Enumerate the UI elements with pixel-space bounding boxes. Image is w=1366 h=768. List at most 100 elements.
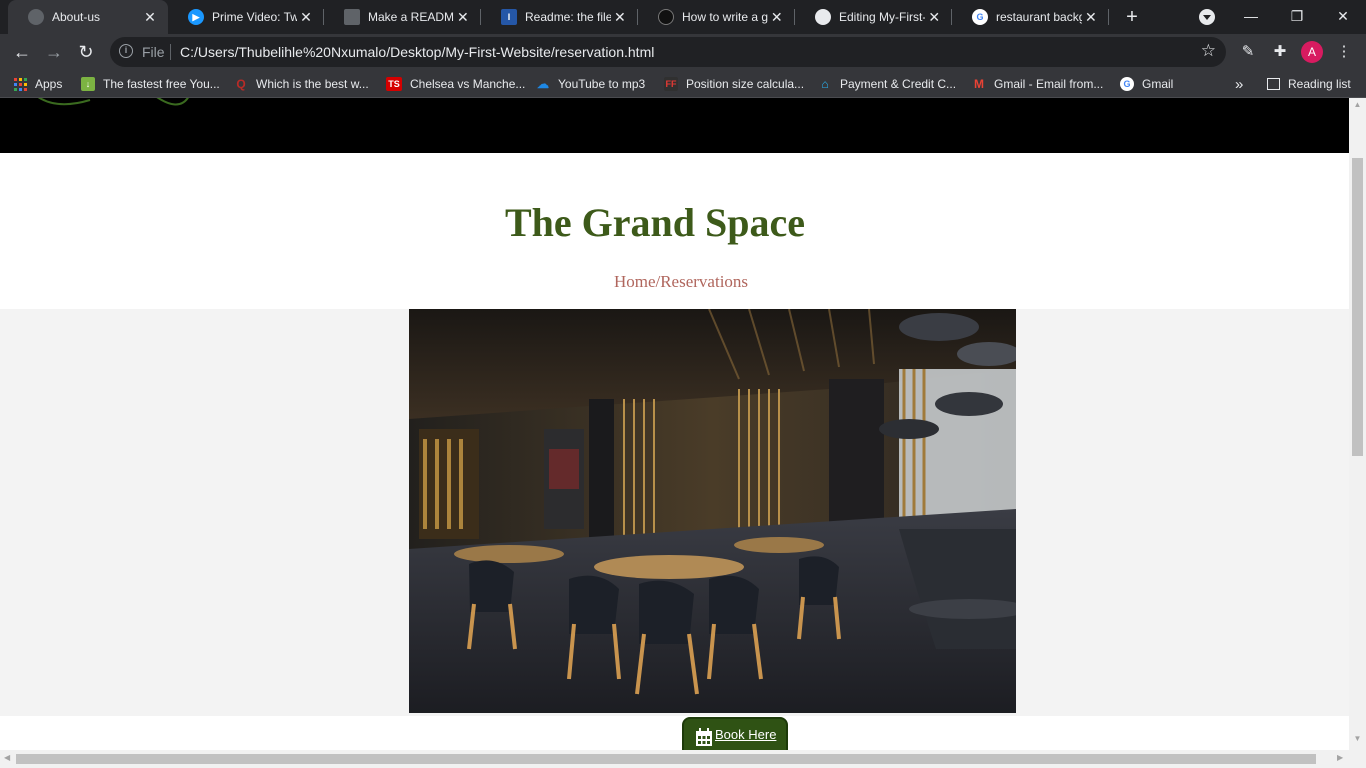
close-icon[interactable]: ✕ <box>611 9 629 26</box>
apps-grid-icon <box>14 77 27 91</box>
calendar-icon <box>696 728 712 746</box>
restore-icon[interactable]: ❐ <box>1274 0 1320 34</box>
book-here-button[interactable]: Book Here <box>682 717 788 750</box>
quora-icon: Q <box>236 77 246 91</box>
close-icon[interactable]: ✕ <box>454 9 472 26</box>
payment-icon: ⌂ <box>821 77 829 91</box>
bookmark-label: YouTube to mp3 <box>558 77 646 91</box>
bookmark-label: The fastest free You... <box>103 77 220 91</box>
bookmark-payment[interactable]: ⌂ Payment & Credit C... <box>818 75 956 93</box>
back-icon[interactable]: ← <box>10 40 34 64</box>
bookmark-position-size[interactable]: FF Position size calcula... <box>664 75 804 93</box>
horizontal-scroll-thumb[interactable] <box>16 754 1316 764</box>
vertical-scrollbar[interactable]: ▲ ▼ <box>1349 98 1366 750</box>
bookmark-apps[interactable]: Apps <box>14 75 62 93</box>
bookmark-label: Apps <box>35 77 63 91</box>
tab-title: About-us <box>52 10 101 24</box>
pen-extension-icon[interactable]: ✎ <box>1236 40 1260 64</box>
reload-icon[interactable]: ↻ <box>74 40 98 64</box>
tab-how-to-write[interactable]: How to write a go ✕ <box>638 0 794 34</box>
minimize-icon[interactable]: — <box>1228 0 1274 34</box>
tab-title: Prime Video: Two <box>212 10 297 24</box>
close-icon[interactable]: ✕ <box>768 9 786 26</box>
book-here-label: Book Here <box>715 727 777 742</box>
close-icon[interactable]: ✕ <box>297 9 315 26</box>
page-viewport: The Grand Space Home/Reservations Book H… <box>0 98 1349 750</box>
scroll-down-icon[interactable]: ▼ <box>1353 734 1362 743</box>
globe-icon <box>28 9 44 25</box>
site-info-icon[interactable]: i <box>119 44 133 58</box>
tab-title: Readme: the file t <box>525 10 611 24</box>
tab-divider <box>1108 9 1109 25</box>
breadcrumb[interactable]: Home/Reservations <box>0 272 1349 292</box>
bookmarks-overflow-icon[interactable]: » <box>1235 75 1243 93</box>
scheme-label: File <box>142 44 165 60</box>
tab-make-readme[interactable]: Make a README ✕ <box>324 0 480 34</box>
url-text[interactable]: C:/Users/Thubelihle%20Nxumalo/Desktop/My… <box>180 44 654 60</box>
site-logo[interactable] <box>30 98 200 114</box>
google-icon: G <box>972 9 988 25</box>
bookmark-label: Gmail <box>1142 77 1174 91</box>
download-arrow-icon: ↓ <box>81 77 95 91</box>
window-close-icon[interactable]: ✕ <box>1320 0 1366 34</box>
tab-prime-video[interactable]: ▶ Prime Video: Two ✕ <box>168 0 323 34</box>
extensions-puzzle-icon[interactable]: ✚ <box>1268 40 1292 64</box>
tab-strip: About-us ✕ ▶ Prime Video: Two ✕ Make a R… <box>0 0 1366 34</box>
restaurant-photo <box>409 309 1016 713</box>
indeed-icon: I <box>501 9 517 25</box>
google-icon: G <box>1120 77 1134 91</box>
tab-search-icon[interactable] <box>1199 9 1215 25</box>
tab-about-us[interactable]: About-us ✕ <box>8 0 168 34</box>
bookmark-gmail-email[interactable]: M Gmail - Email from... <box>972 75 1103 93</box>
tab-title: How to write a go <box>682 10 768 24</box>
cloud-download-icon: ☁ <box>537 77 549 91</box>
bookmark-label: Payment & Credit C... <box>840 77 957 91</box>
bookmarks-bar: Apps ↓ The fastest free You... Q Which i… <box>0 70 1366 98</box>
bookmark-youtube-mp3[interactable]: ☁ YouTube to mp3 <box>536 75 645 93</box>
address-bar[interactable]: i File C:/Users/Thubelihle%20Nxumalo/Des… <box>110 37 1226 67</box>
new-tab-button[interactable]: + <box>1120 5 1144 29</box>
tab-restaurant-background[interactable]: G restaurant backgr ✕ <box>952 0 1108 34</box>
menu-dots-icon[interactable]: ⋮ <box>1332 40 1356 64</box>
close-icon[interactable]: ✕ <box>1082 9 1100 26</box>
tab-title: Editing My-First-W <box>839 10 925 24</box>
reading-list-button[interactable]: Reading list <box>1267 75 1351 93</box>
vertical-scroll-thumb[interactable] <box>1352 158 1363 456</box>
horizontal-scrollbar[interactable]: ◀ ▶ <box>0 750 1366 768</box>
browser-toolbar: ← → ↻ i File C:/Users/Thubelihle%20Nxuma… <box>0 34 1366 70</box>
close-icon[interactable]: ✕ <box>140 9 160 26</box>
scroll-left-icon[interactable]: ◀ <box>4 753 10 762</box>
omnibox-divider <box>170 44 171 60</box>
site-title: The Grand Space <box>504 200 806 245</box>
bookmark-label: Gmail - Email from... <box>994 77 1104 91</box>
document-icon <box>344 9 360 25</box>
tab-editing-github[interactable]: Editing My-First-W ✕ <box>795 0 951 34</box>
scroll-right-icon[interactable]: ▶ <box>1337 753 1343 762</box>
close-icon[interactable]: ✕ <box>925 9 943 26</box>
forward-icon[interactable]: → <box>42 40 66 64</box>
bookmark-chelsea[interactable]: TS Chelsea vs Manche... <box>386 75 525 93</box>
bookmark-gmail[interactable]: G Gmail <box>1120 75 1173 93</box>
tab-title: Make a README <box>368 10 454 24</box>
tab-readme-file[interactable]: I Readme: the file t ✕ <box>481 0 637 34</box>
booking-section <box>0 716 1349 750</box>
site-header <box>0 98 1349 153</box>
bookmark-label: Which is the best w... <box>256 77 369 91</box>
bookmark-star-icon[interactable]: ☆ <box>1201 41 1216 61</box>
scroll-up-icon[interactable]: ▲ <box>1353 100 1362 109</box>
reading-list-label: Reading list <box>1288 77 1351 91</box>
cat-icon <box>658 9 674 25</box>
reading-list-icon <box>1267 78 1280 90</box>
tab-title: restaurant backgr <box>996 10 1082 24</box>
page-hero: The Grand Space Home/Reservations <box>0 153 1349 309</box>
bookmark-label: Position size calcula... <box>686 77 805 91</box>
ff-icon: FF <box>664 77 678 91</box>
profile-avatar[interactable]: A <box>1301 41 1323 63</box>
gmail-icon: M <box>974 77 984 91</box>
bookmark-fastest-free[interactable]: ↓ The fastest free You... <box>81 75 220 93</box>
ts-icon: TS <box>386 77 402 91</box>
prime-video-icon: ▶ <box>188 9 204 25</box>
bookmark-which-is-best[interactable]: Q Which is the best w... <box>234 75 369 93</box>
github-icon <box>815 9 831 25</box>
bookmark-label: Chelsea vs Manche... <box>410 77 526 91</box>
